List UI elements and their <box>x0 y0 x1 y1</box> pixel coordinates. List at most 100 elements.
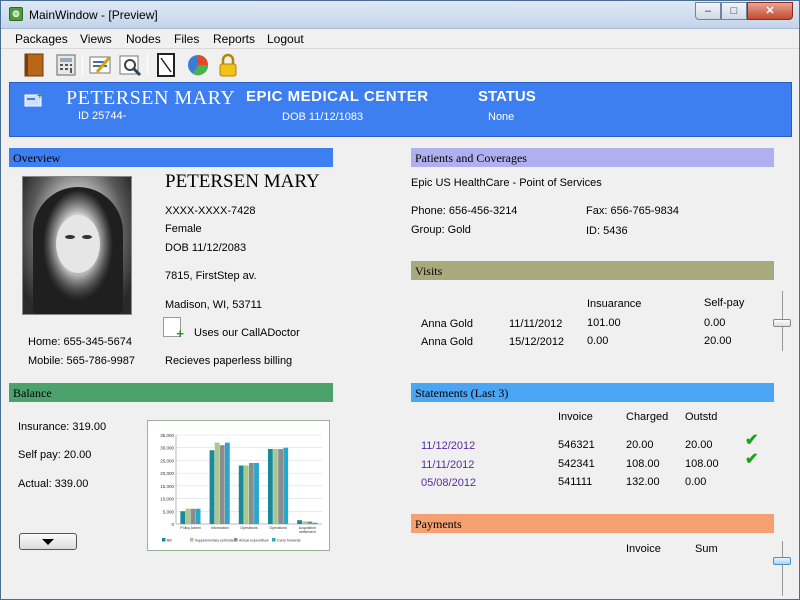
patient-photo <box>22 176 132 315</box>
statement-date-link[interactable]: 11/12/2012 <box>421 440 475 452</box>
main-window: ⚙ MainWindow - [Preview] – □ ✕ Packages … <box>0 0 800 600</box>
balance-chart: 35,000 30,000 25,000 20,000 15,000 10,000 5,00… <box>147 420 330 551</box>
menu-files[interactable]: Files <box>174 32 199 46</box>
book-icon[interactable] <box>21 52 47 78</box>
chart-bar <box>283 447 289 524</box>
check-icon: ✔ <box>745 451 759 468</box>
visit-row-insurance: 101.00 <box>587 317 621 329</box>
statement-date-link[interactable]: 11/11/2012 <box>421 459 474 471</box>
chart-bar <box>224 442 230 524</box>
chart-bar <box>267 448 273 524</box>
chart-legend-label: Bill <box>167 539 172 543</box>
chart-bar <box>249 462 254 524</box>
chart-ytick-label: 20,000 <box>160 471 174 476</box>
balance-header: Balance <box>9 383 333 402</box>
search-report-icon[interactable] <box>117 52 143 78</box>
chart-bar <box>180 511 186 524</box>
title-bar: ⚙ MainWindow - [Preview] – □ ✕ <box>1 1 799 29</box>
minimize-button[interactable]: – <box>695 2 721 20</box>
add-document-icon[interactable] <box>163 317 184 341</box>
pie-chart-icon[interactable] <box>185 52 211 78</box>
chart-ytick-label: 30,000 <box>160 446 174 451</box>
chart-ytick-label: 5,000 <box>163 509 175 514</box>
payments-col-sum: Sum <box>695 543 718 555</box>
statement-outstd: 108.00 <box>685 458 719 470</box>
chart-legend-label: Carry forwards <box>277 539 301 543</box>
visits-col-insurance: Insuarance <box>587 298 642 310</box>
balance-chart-svg: 35,000 30,000 25,000 20,000 15,000 10,000 5,00… <box>160 433 322 543</box>
overview-ssn: XXXX-XXXX-7428 <box>165 205 256 217</box>
statement-charged: 132.00 <box>626 476 660 488</box>
chart-bar <box>243 465 249 524</box>
overview-name: PETERSEN MARY <box>165 171 320 192</box>
payments-header: Payments <box>411 514 774 533</box>
statement-date-link[interactable]: 05/08/2012 <box>421 477 476 489</box>
statement-invoice: 546321 <box>558 439 595 451</box>
statement-outstd: 20.00 <box>685 439 713 451</box>
svg-text:+: + <box>37 91 43 102</box>
chart-legend-swatch <box>190 538 194 542</box>
chart-bar <box>297 520 302 524</box>
menu-nodes[interactable]: Nodes <box>126 32 161 46</box>
lock-icon[interactable] <box>215 52 241 78</box>
visit-row-date: 11/11/2012 <box>509 318 563 330</box>
window-title: MainWindow - [Preview] <box>29 8 158 22</box>
notepad-icon[interactable] <box>153 52 179 78</box>
chart-ytick-label: 10,000 <box>160 497 174 502</box>
chart-bar <box>219 445 225 524</box>
visit-row-selfpay: 20.00 <box>704 335 732 347</box>
statement-invoice: 541111 <box>558 476 593 488</box>
chart-bar <box>273 448 278 524</box>
statement-outstd: 0.00 <box>685 476 707 488</box>
toolbar <box>1 49 799 82</box>
payments-scroll-thumb[interactable] <box>773 557 791 565</box>
visit-row-date: 15/12/2012 <box>509 336 565 348</box>
overview-dob: DOB 11/12/2083 <box>165 242 247 254</box>
balance-insurance: Insurance: 319.00 <box>18 421 107 433</box>
menu-logout[interactable]: Logout <box>267 32 304 46</box>
menu-packages[interactable]: Packages <box>15 32 68 46</box>
header-status-label: STATUS <box>478 88 536 105</box>
statements-header: Statements (Last 3) <box>411 383 774 402</box>
header-patient-name: PETERSEN MARY <box>66 87 236 109</box>
overview-billing: Recieves paperless billing <box>165 355 293 367</box>
balance-dropdown-button[interactable] <box>19 533 77 550</box>
chart-xtick-label: Policy Admin <box>180 526 201 530</box>
chart-bar <box>312 522 318 524</box>
visits-scroll-thumb[interactable] <box>773 319 791 327</box>
header-status-value: None <box>488 111 515 123</box>
patients-group: Group: Gold <box>411 224 471 236</box>
visit-row-name: Anna Gold <box>421 336 473 348</box>
overview-mobile-phone: Mobile: 565-786-9987 <box>28 355 136 367</box>
chart-bar <box>185 508 191 524</box>
toolbar-separator <box>147 54 148 76</box>
chart-legend-label: Actual expenditure <box>239 539 269 543</box>
statements-col-charged: Charged <box>626 411 669 423</box>
overview-header: Overview <box>9 148 333 167</box>
chart-bar <box>190 508 196 524</box>
overview-address-line2: Madison, WI, 53711 <box>165 299 263 311</box>
chart-bar <box>302 521 308 524</box>
menu-reports[interactable]: Reports <box>213 32 255 46</box>
close-button[interactable]: ✕ <box>747 2 793 20</box>
chart-bar <box>195 508 201 524</box>
patient-card-icon: + <box>24 91 44 107</box>
payments-col-invoice: Invoice <box>626 543 661 555</box>
maximize-button[interactable]: □ <box>721 2 747 20</box>
chevron-down-icon <box>42 539 54 545</box>
chart-legend-label: Supplementary estimates <box>195 539 236 543</box>
payments-scrollbar[interactable] <box>782 541 790 596</box>
chart-bar <box>238 465 244 524</box>
chart-legend-swatch <box>234 538 238 542</box>
visit-row-insurance: 0.00 <box>587 335 609 347</box>
chart-xtick-label: Operations <box>240 526 258 530</box>
chart-bar <box>307 521 313 524</box>
checklist-icon[interactable] <box>87 52 113 78</box>
chart-bar <box>254 462 259 524</box>
visits-col-selfpay: Self-pay <box>704 297 745 309</box>
calculator-icon[interactable] <box>53 52 79 78</box>
overview-calladoctor: Uses our CallADoctor <box>194 327 300 339</box>
header-center-name: EPIC MEDICAL CENTER <box>246 88 429 105</box>
menu-views[interactable]: Views <box>80 32 112 46</box>
chart-ytick-label: 35,000 <box>160 433 174 438</box>
